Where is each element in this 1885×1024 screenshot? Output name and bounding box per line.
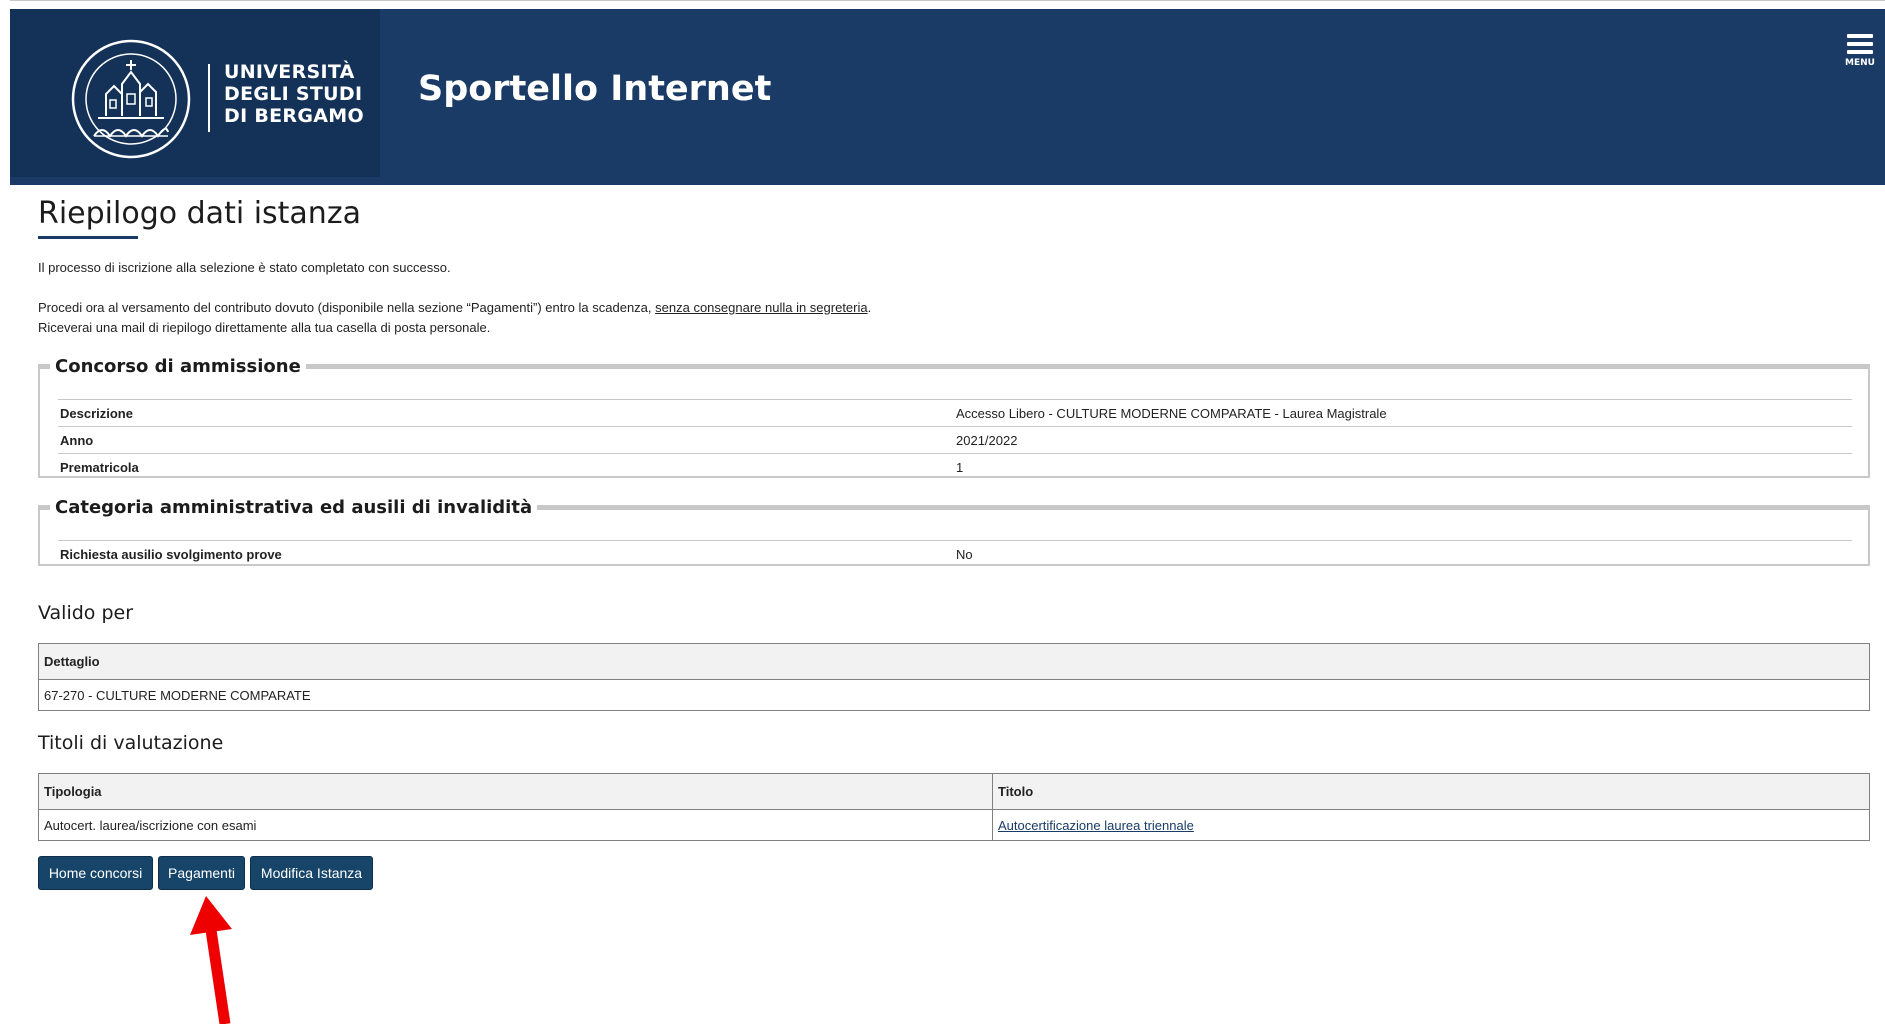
red-arrow-annotation — [190, 896, 232, 1024]
